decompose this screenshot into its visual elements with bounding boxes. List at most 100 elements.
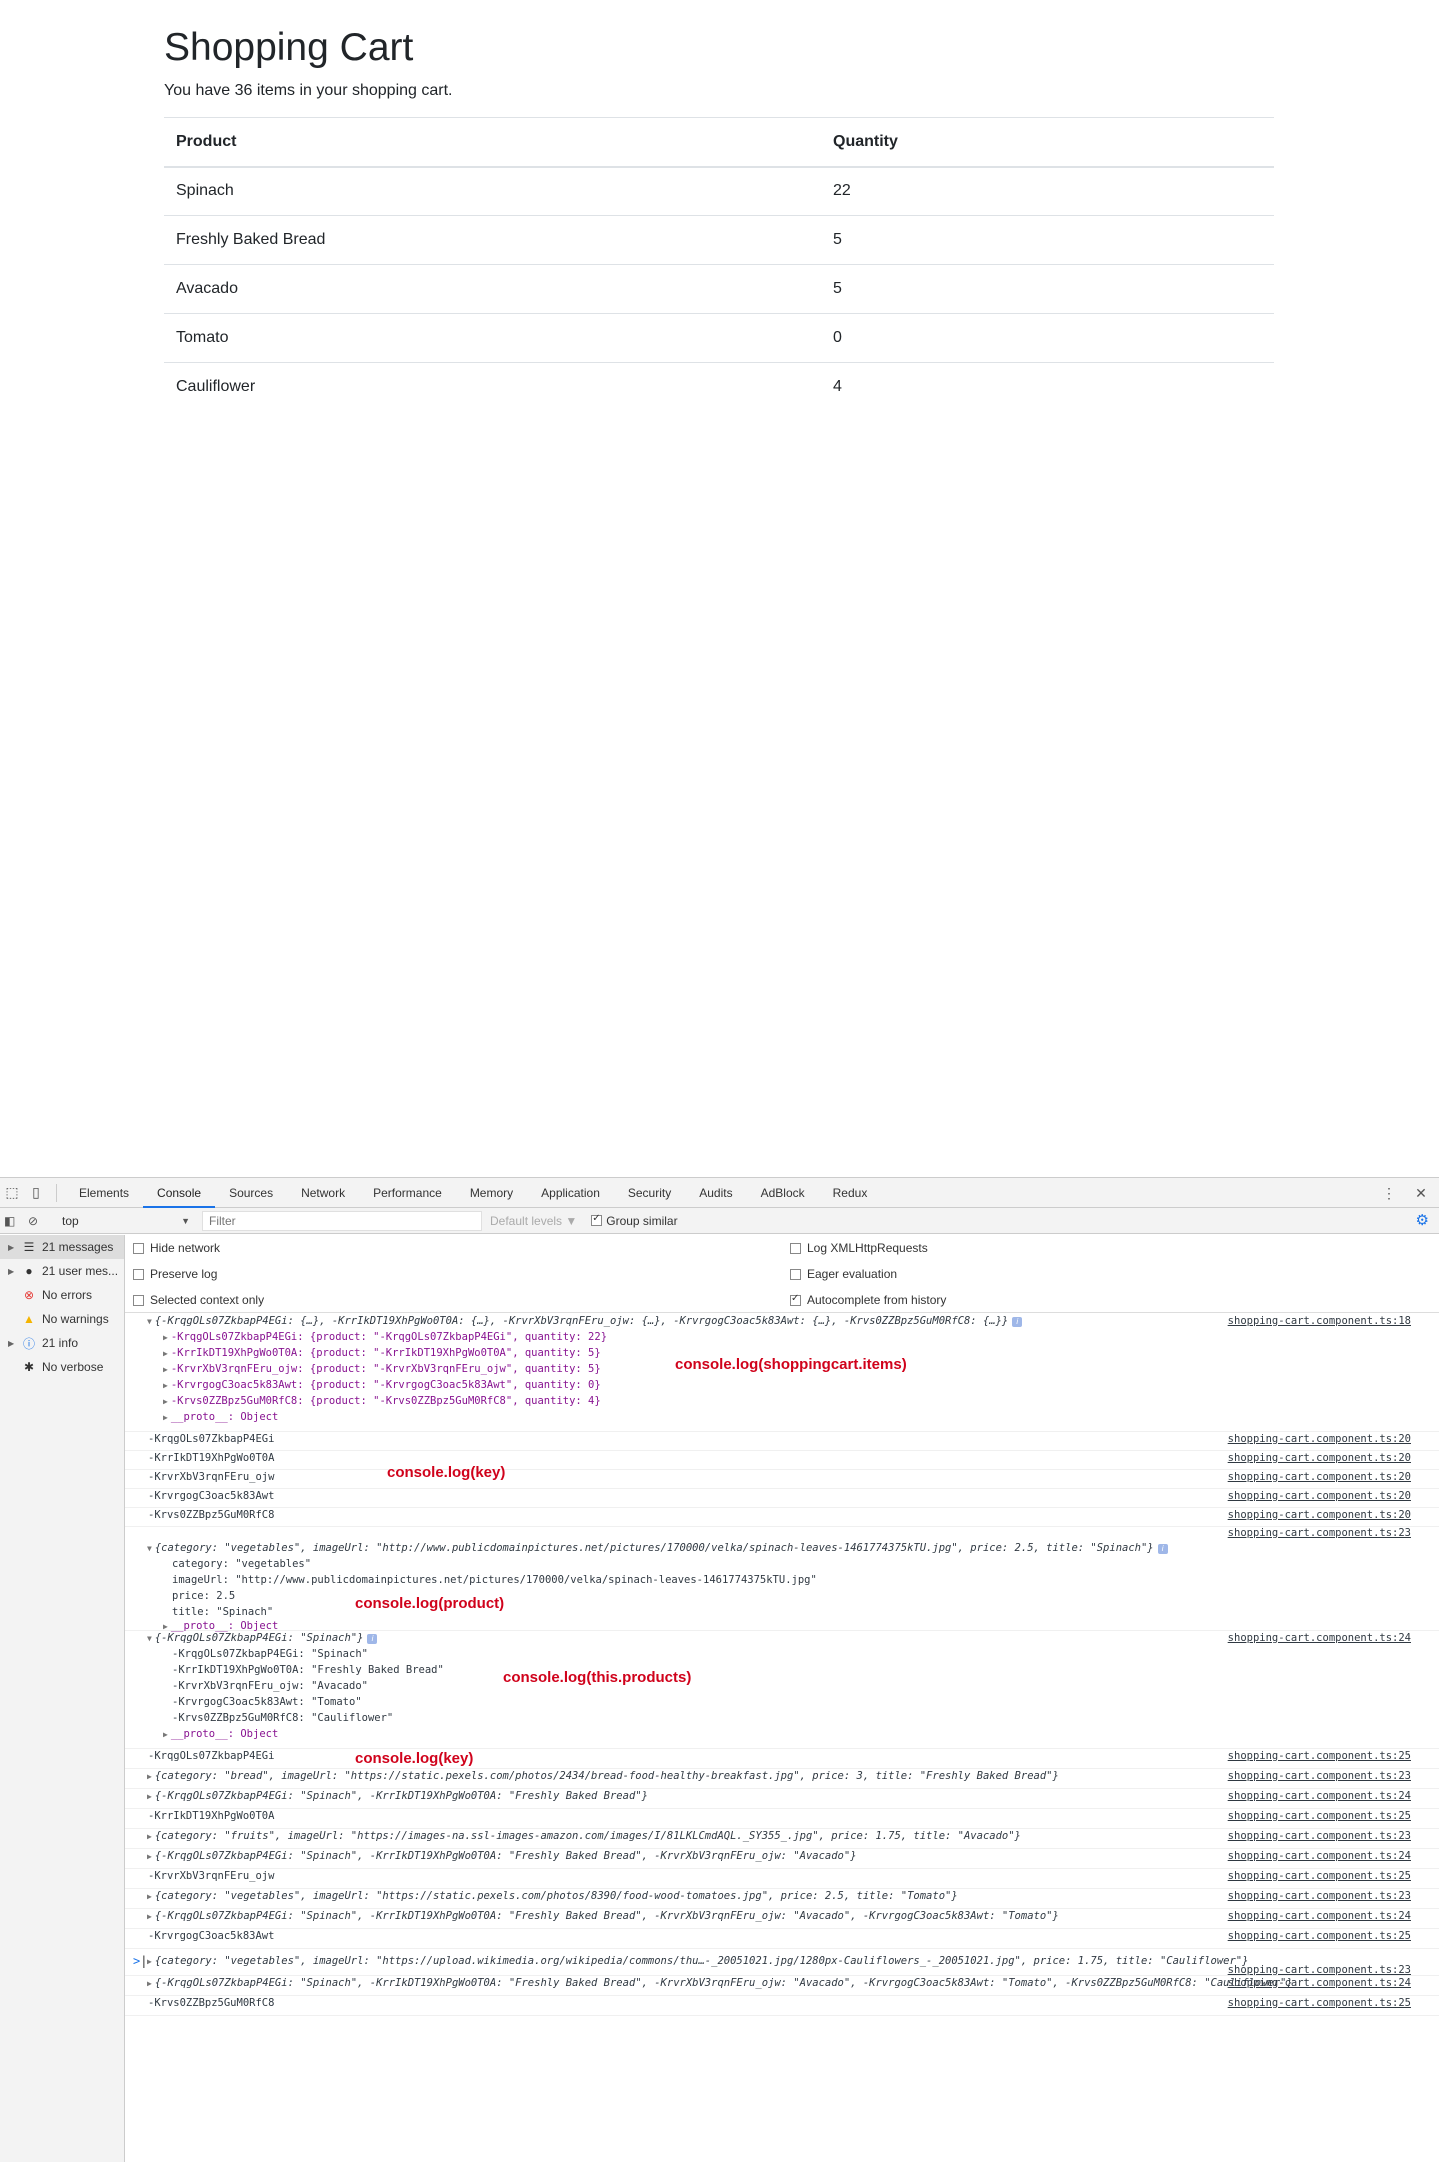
sidebar-item-messages[interactable]: ▶ ☰ 21 messages <box>0 1235 124 1259</box>
source-link[interactable]: shopping-cart.component.ts:20 <box>1228 1471 1411 1483</box>
sidebar-item-info[interactable]: ▶ ⓘ 21 info <box>0 1331 124 1355</box>
source-link[interactable]: shopping-cart.component.ts:25 <box>1228 1810 1411 1822</box>
log-object[interactable]: ▶ {category: "bread", imageUrl: "https://… <box>147 1770 1059 1782</box>
log-object[interactable]: ▼ {category: "vegetables", imageUrl: "htt… <box>147 1542 1168 1554</box>
source-link[interactable]: shopping-cart.component.ts:23 <box>1228 1890 1411 1902</box>
annotation-key-2: console.log(key) <box>355 1750 474 1767</box>
source-link[interactable]: shopping-cart.component.ts:25 <box>1228 1930 1411 1942</box>
source-link[interactable]: shopping-cart.component.ts:20 <box>1228 1433 1411 1445</box>
log-object[interactable]: ▶ {category: "vegetables", imageUrl: "htt… <box>147 1955 1248 1967</box>
group-similar-checkbox[interactable] <box>591 1213 603 1226</box>
object-property[interactable]: ▶ -Krvs0ZZBpz5GuM0RfC8: {product: "-Krvs0… <box>163 1395 601 1407</box>
source-link[interactable]: shopping-cart.component.ts:23 <box>1228 1964 1411 1976</box>
source-link[interactable]: shopping-cart.component.ts:24 <box>1228 1910 1411 1922</box>
tab-audits[interactable]: Audits <box>685 1178 746 1208</box>
expand-arrow-icon[interactable]: ▶ <box>147 1912 152 1921</box>
tab-security[interactable]: Security <box>614 1178 685 1208</box>
object-property[interactable]: ▶ -KrqgOLs07ZkbapP4EGi: {product: "-KrqgO… <box>163 1331 607 1343</box>
object-property: -Krvs0ZZBpz5GuM0RfC8: "Cauliflower" <box>172 1712 394 1724</box>
object-proto[interactable]: ▶ __proto__: Object <box>163 1728 278 1740</box>
log-xhr-checkbox[interactable] <box>790 1242 801 1254</box>
tab-console[interactable]: Console <box>143 1178 216 1208</box>
log-object[interactable]: ▶ {category: "fruits", imageUrl: "https:/… <box>147 1830 1021 1842</box>
log-object[interactable]: ▼ {-KrqgOLs07ZkbapP4EGi: "Spinach"} i <box>147 1632 378 1644</box>
expand-arrow-icon[interactable]: ▶ <box>147 1772 152 1781</box>
clear-console-icon[interactable]: ⊘ <box>28 1214 48 1228</box>
tab-adblock[interactable]: AdBlock <box>747 1178 819 1208</box>
object-property[interactable]: ▶ -KrrIkDT19XhPgWo0T0A: {product: "-KrrIk… <box>163 1347 601 1359</box>
log-levels-dropdown[interactable]: Default levels ▼ <box>490 1214 577 1228</box>
collapse-arrow-icon[interactable]: ▼ <box>147 1544 152 1553</box>
expand-arrow-icon[interactable]: ▶ <box>147 1957 152 1966</box>
table-row: Spinach 22 <box>164 166 1274 216</box>
object-property[interactable]: ▶ -KrvrgogC3oac5k83Awt: {product: "-Krvrg… <box>163 1379 601 1391</box>
hide-network-option[interactable]: Hide network <box>133 1241 220 1255</box>
eager-eval-checkbox[interactable] <box>790 1268 801 1280</box>
source-link[interactable]: shopping-cart.component.ts:23 <box>1228 1527 1411 1539</box>
source-link[interactable]: shopping-cart.component.ts:20 <box>1228 1452 1411 1464</box>
expand-arrow-icon[interactable]: ▶ <box>147 1792 152 1801</box>
selected-context-option[interactable]: Selected context only <box>133 1293 264 1307</box>
tab-application[interactable]: Application <box>527 1178 614 1208</box>
source-link[interactable]: shopping-cart.component.ts:25 <box>1228 1997 1411 2009</box>
inspect-element-icon[interactable]: ⬚ <box>0 1181 24 1205</box>
console-prompt[interactable]: >| <box>133 1954 147 1968</box>
autocomplete-label: Autocomplete from history <box>807 1293 947 1307</box>
expand-arrow-icon[interactable]: ▶ <box>147 1832 152 1841</box>
sidebar-item-warnings[interactable]: ▲ No warnings <box>0 1307 124 1331</box>
log-object[interactable]: ▶ {-KrqgOLs07ZkbapP4EGi: "Spinach", -KrrI… <box>147 1790 648 1802</box>
eager-eval-option[interactable]: Eager evaluation <box>790 1267 897 1281</box>
tab-sources[interactable]: Sources <box>215 1178 287 1208</box>
source-link[interactable]: shopping-cart.component.ts:24 <box>1228 1977 1411 1989</box>
cart-table: Product Quantity Spinach 22 Freshly Bake… <box>164 117 1274 412</box>
expand-arrow-icon[interactable]: ▶ <box>147 1892 152 1901</box>
autocomplete-option[interactable]: Autocomplete from history <box>790 1293 946 1307</box>
device-toolbar-icon[interactable]: ▯ <box>24 1181 48 1205</box>
log-object[interactable]: ▶ {-KrqgOLs07ZkbapP4EGi: "Spinach", -KrrI… <box>147 1910 1059 1922</box>
collapse-arrow-icon[interactable]: ▼ <box>147 1317 152 1326</box>
source-link[interactable]: shopping-cart.component.ts:24 <box>1228 1850 1411 1862</box>
filter-input[interactable] <box>202 1210 482 1231</box>
source-link[interactable]: shopping-cart.component.ts:23 <box>1228 1830 1411 1842</box>
console-message: ▶ {-KrqgOLs07ZkbapP4EGi: "Spinach", -KrrI… <box>125 1976 1439 1996</box>
object-proto[interactable]: ▶ __proto__: Object <box>163 1411 278 1423</box>
tab-elements[interactable]: Elements <box>65 1178 143 1208</box>
collapse-arrow-icon[interactable]: ▼ <box>147 1634 152 1643</box>
expand-arrow-icon[interactable]: ▶ <box>147 1979 152 1988</box>
sidebar-item-user-messages[interactable]: ▶ ● 21 user mes... <box>0 1259 124 1283</box>
source-link[interactable]: shopping-cart.component.ts:25 <box>1228 1750 1411 1762</box>
source-link[interactable]: shopping-cart.component.ts:20 <box>1228 1490 1411 1502</box>
log-object[interactable]: ▶ {category: "vegetables", imageUrl: "htt… <box>147 1890 958 1902</box>
sidebar-item-errors[interactable]: ⊗ No errors <box>0 1283 124 1307</box>
group-similar-toggle[interactable]: Group similar <box>591 1213 678 1228</box>
preserve-log-option[interactable]: Preserve log <box>133 1267 217 1281</box>
sidebar-item-verbose[interactable]: ✱ No verbose <box>0 1355 124 1379</box>
log-object[interactable]: ▶ {-KrqgOLs07ZkbapP4EGi: "Spinach", -KrrI… <box>147 1977 1293 1989</box>
preserve-log-checkbox[interactable] <box>133 1268 144 1280</box>
source-link[interactable]: shopping-cart.component.ts:25 <box>1228 1870 1411 1882</box>
selected-context-checkbox[interactable] <box>133 1294 144 1306</box>
more-options-icon[interactable]: ⋮ <box>1377 1181 1401 1205</box>
source-link[interactable]: shopping-cart.component.ts:24 <box>1228 1632 1411 1644</box>
gear-icon[interactable]: ⚙ <box>1416 1211 1429 1229</box>
object-property[interactable]: ▶ -KrvrXbV3rqnFEru_ojw: {product: "-KrvrX… <box>163 1363 601 1375</box>
close-icon[interactable]: ✕ <box>1409 1181 1433 1205</box>
tab-performance[interactable]: Performance <box>359 1178 456 1208</box>
context-selector[interactable]: top ▼ <box>56 1210 194 1232</box>
console-message: ▼ {-KrqgOLs07ZkbapP4EGi: {…}, -KrrIkDT19X… <box>125 1314 1439 1432</box>
expand-arrow-icon[interactable]: ▶ <box>147 1852 152 1861</box>
autocomplete-checkbox[interactable] <box>790 1293 801 1306</box>
source-link[interactable]: shopping-cart.component.ts:24 <box>1228 1790 1411 1802</box>
sidebar-toggle-icon[interactable]: ◧ <box>4 1214 24 1228</box>
tab-memory[interactable]: Memory <box>456 1178 527 1208</box>
log-xhr-option[interactable]: Log XMLHttpRequests <box>790 1241 928 1255</box>
log-object[interactable]: ▼ {-KrqgOLs07ZkbapP4EGi: {…}, -KrrIkDT19X… <box>147 1315 1023 1327</box>
tab-network[interactable]: Network <box>287 1178 359 1208</box>
source-link[interactable]: shopping-cart.component.ts:23 <box>1228 1770 1411 1782</box>
log-object[interactable]: ▶ {-KrqgOLs07ZkbapP4EGi: "Spinach", -KrrI… <box>147 1850 857 1862</box>
source-link[interactable]: shopping-cart.component.ts:20 <box>1228 1509 1411 1521</box>
sidebar-item-label: No verbose <box>42 1360 104 1374</box>
source-link[interactable]: shopping-cart.component.ts:18 <box>1228 1315 1411 1327</box>
tab-redux[interactable]: Redux <box>819 1178 882 1208</box>
hide-network-checkbox[interactable] <box>133 1242 144 1254</box>
